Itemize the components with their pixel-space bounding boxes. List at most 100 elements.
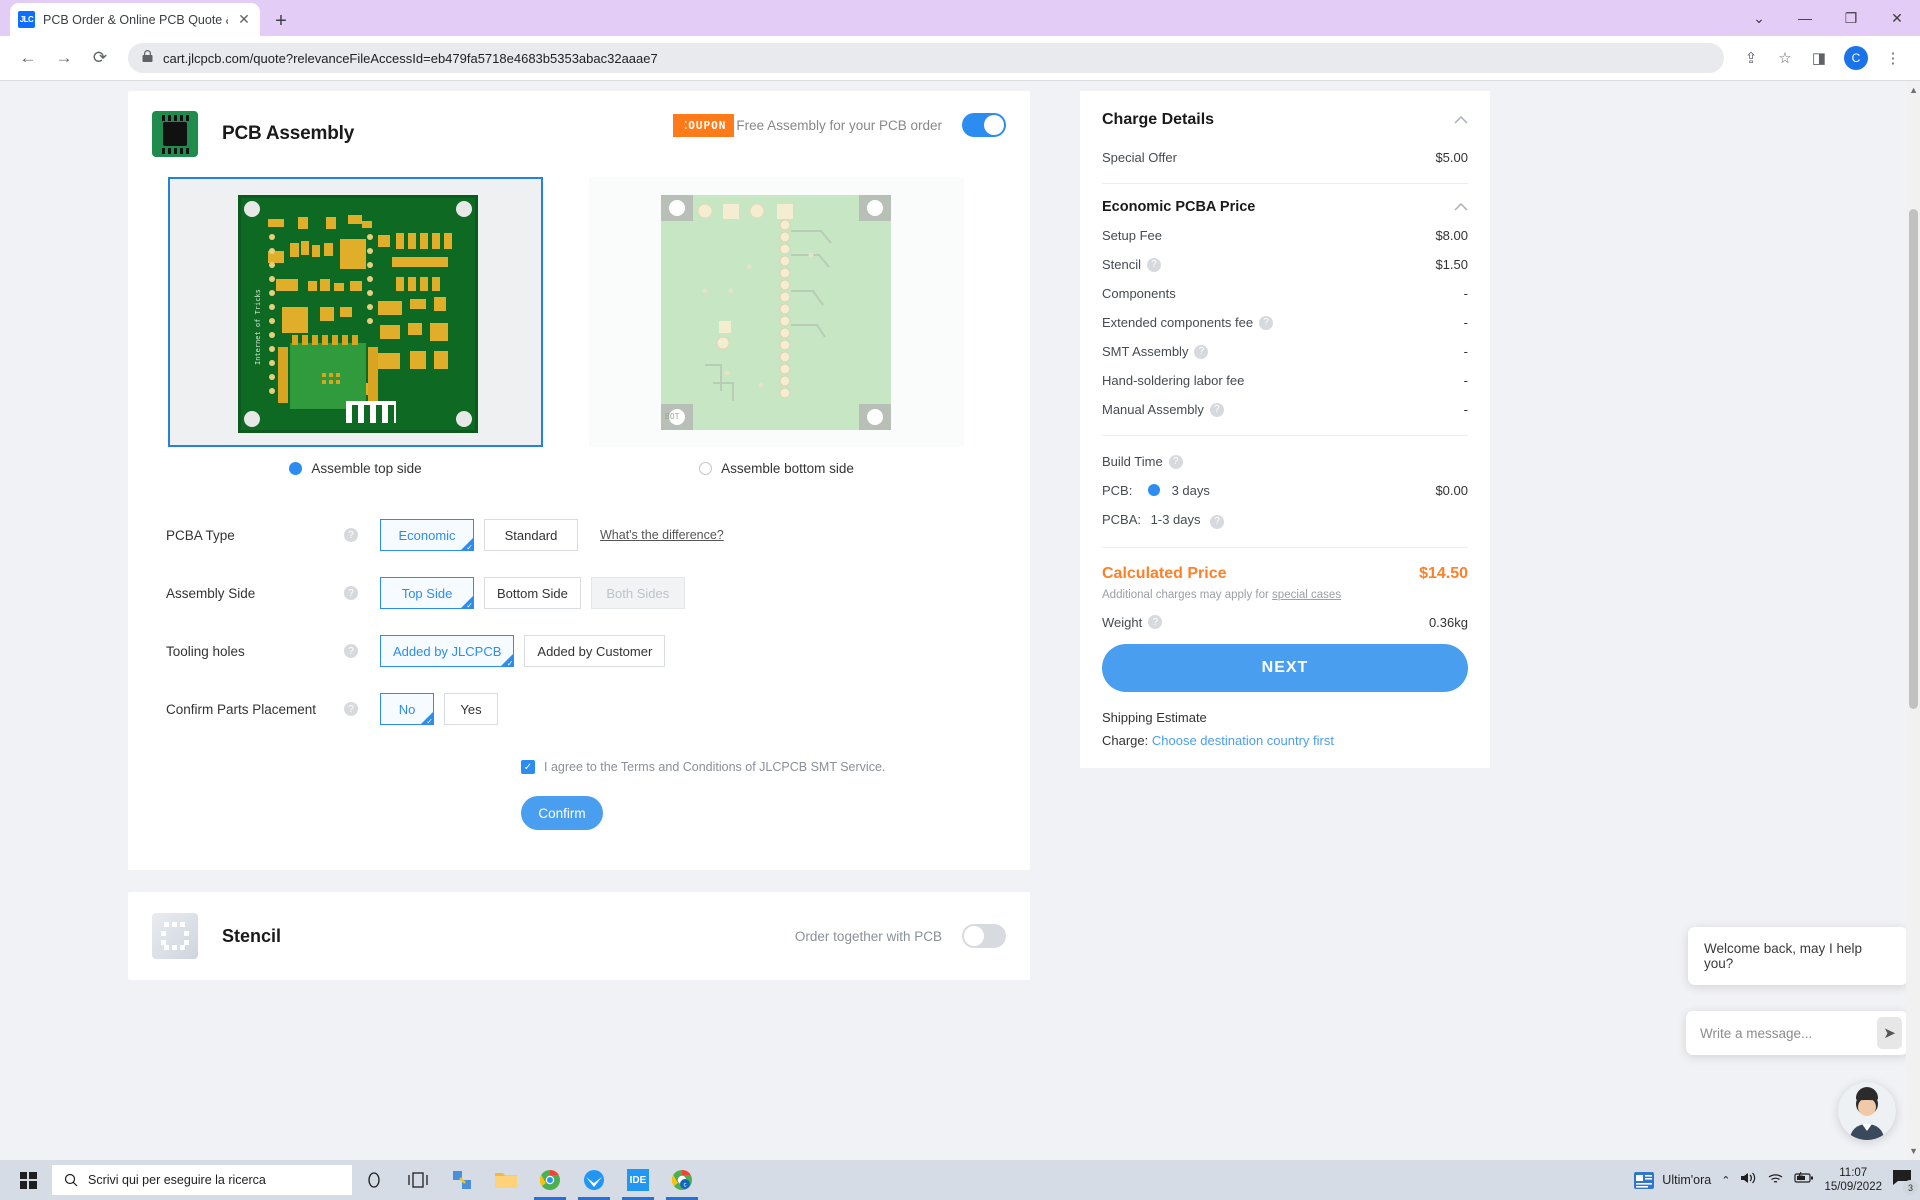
profile-avatar[interactable]: C bbox=[1844, 46, 1868, 70]
scroll-thumb[interactable] bbox=[1909, 209, 1918, 709]
pcb-previews: Internet of Tricks bbox=[128, 165, 1030, 447]
cortana-icon[interactable] bbox=[352, 1160, 396, 1200]
special-cases-link[interactable]: special cases bbox=[1272, 589, 1341, 601]
economic-pcba-price-header: Economic PCBA Price bbox=[1102, 195, 1468, 221]
label-tooling-holes: Tooling holes bbox=[166, 644, 344, 659]
scroll-down-icon[interactable]: ▼ bbox=[1909, 1146, 1918, 1156]
fee-label-manual-assembly: Manual Assembly bbox=[1102, 402, 1204, 417]
taskbar-app-thunderbird-icon[interactable] bbox=[572, 1160, 616, 1200]
forward-icon[interactable]: → bbox=[48, 42, 80, 74]
chip-icon bbox=[152, 111, 198, 157]
minimize-window-icon[interactable]: — bbox=[1782, 0, 1828, 36]
taskbar-app-remote-icon[interactable] bbox=[440, 1160, 484, 1200]
notification-center-icon[interactable]: 3 bbox=[1892, 1169, 1912, 1191]
reload-icon[interactable]: ⟳ bbox=[84, 42, 116, 74]
confirm-button[interactable]: Confirm bbox=[521, 796, 603, 830]
choose-destination-country-link[interactable]: Choose destination country first bbox=[1152, 733, 1334, 748]
chat-agent-avatar[interactable] bbox=[1838, 1082, 1896, 1140]
maximize-window-icon[interactable]: ❐ bbox=[1828, 0, 1874, 36]
fee-label-components: Components bbox=[1102, 286, 1176, 301]
btn-confirm-parts-yes[interactable]: Yes bbox=[444, 693, 498, 725]
address-bar[interactable]: cart.jlcpcb.com/quote?relevanceFileAcces… bbox=[128, 43, 1724, 73]
volume-icon[interactable] bbox=[1740, 1171, 1757, 1190]
scroll-up-icon[interactable]: ▲ bbox=[1909, 85, 1918, 95]
taskbar-app-file-explorer-icon[interactable] bbox=[484, 1160, 528, 1200]
windows-taskbar: Scrivi qui per eseguire la ricerca IDE c… bbox=[0, 1160, 1920, 1200]
collapse-charge-details-icon[interactable] bbox=[1454, 113, 1468, 127]
terms-checkbox[interactable]: ✓ bbox=[521, 760, 535, 774]
help-icon-confirm-parts-placement[interactable]: ? bbox=[344, 702, 358, 716]
tray-expand-icon[interactable]: ⌃ bbox=[1721, 1174, 1730, 1187]
free-assembly-toggle[interactable] bbox=[962, 113, 1006, 137]
close-window-icon[interactable]: ✕ bbox=[1874, 0, 1920, 36]
chat-input-box[interactable]: ➤ bbox=[1686, 1011, 1908, 1055]
share-icon[interactable]: ⇪ bbox=[1736, 43, 1766, 73]
tab-title: PCB Order & Online PCB Quote & ... bbox=[43, 13, 228, 27]
page-title: PCB Assembly bbox=[222, 123, 354, 145]
help-icon-pcba-type[interactable]: ? bbox=[344, 528, 358, 542]
taskbar-app-chrome-profile-icon[interactable]: c bbox=[660, 1160, 704, 1200]
btn-pcba-type-standard[interactable]: Standard bbox=[484, 519, 578, 551]
link-whats-the-difference[interactable]: What's the difference? bbox=[600, 528, 724, 542]
btn-confirm-parts-no[interactable]: No bbox=[380, 693, 434, 725]
help-icon-stencil[interactable]: ? bbox=[1147, 258, 1161, 272]
divider bbox=[1102, 547, 1468, 548]
tab-search-icon[interactable]: ⌄ bbox=[1736, 0, 1782, 36]
btn-tooling-added-by-customer[interactable]: Added by Customer bbox=[524, 635, 665, 667]
coupon-badge: COUPON bbox=[673, 114, 735, 137]
clock-time: 11:07 bbox=[1824, 1166, 1882, 1180]
side-panel-icon[interactable]: ◨ bbox=[1804, 43, 1834, 73]
close-tab-icon[interactable]: ✕ bbox=[236, 11, 252, 28]
chat-message-input[interactable] bbox=[1700, 1026, 1877, 1041]
btn-pcba-type-economic[interactable]: Economic bbox=[380, 519, 474, 551]
stencil-order-toggle[interactable] bbox=[962, 924, 1006, 948]
divider bbox=[1102, 183, 1468, 184]
help-icon-smt-assembly[interactable]: ? bbox=[1194, 345, 1208, 359]
pcb-bottom-preview[interactable]: BOT bbox=[589, 177, 964, 447]
bookmark-star-icon[interactable]: ☆ bbox=[1770, 43, 1800, 73]
new-tab-button[interactable]: + bbox=[266, 6, 296, 36]
help-icon-tooling-holes[interactable]: ? bbox=[344, 644, 358, 658]
help-icon-weight[interactable]: ? bbox=[1148, 615, 1162, 629]
help-icon-extended-components-fee[interactable]: ? bbox=[1259, 316, 1273, 330]
news-and-interests[interactable]: Ultim'ora bbox=[1634, 1172, 1711, 1189]
pcb-top-preview[interactable]: Internet of Tricks bbox=[168, 177, 543, 447]
pcb-bottom-render-icon: BOT bbox=[661, 195, 891, 430]
btn-tooling-added-by-jlcpcb[interactable]: Added by JLCPCB bbox=[380, 635, 514, 667]
battery-icon[interactable] bbox=[1794, 1171, 1814, 1189]
charge-prefix: Charge: bbox=[1102, 733, 1152, 748]
taskbar-search-box[interactable]: Scrivi qui per eseguire la ricerca bbox=[52, 1165, 352, 1195]
jlcpcb-favicon-icon: JLC bbox=[18, 11, 35, 28]
page-scrollbar[interactable]: ▲ ▼ bbox=[1906, 81, 1920, 1160]
divider bbox=[1102, 435, 1468, 436]
btn-assembly-top-side[interactable]: Top Side bbox=[380, 577, 474, 609]
shipping-charge-row: Charge: Choose destination country first bbox=[1102, 733, 1468, 748]
collapse-economic-price-icon[interactable] bbox=[1454, 200, 1468, 214]
btn-assembly-bottom-side[interactable]: Bottom Side bbox=[484, 577, 581, 609]
back-icon[interactable]: ← bbox=[12, 42, 44, 74]
task-view-icon[interactable] bbox=[396, 1160, 440, 1200]
fee-value-components: - bbox=[1464, 286, 1468, 301]
help-icon-build-time[interactable]: ? bbox=[1169, 455, 1183, 469]
option-row-tooling-holes: Tooling holes ? Added by JLCPCB Added by… bbox=[166, 622, 1006, 680]
search-icon bbox=[64, 1173, 78, 1187]
label-pcba-type: PCBA Type bbox=[166, 528, 344, 543]
help-icon-assembly-side[interactable]: ? bbox=[344, 586, 358, 600]
radio-assemble-bottom-side[interactable]: Assemble bottom side bbox=[589, 461, 964, 476]
help-icon-pcba-build-time[interactable]: ? bbox=[1210, 515, 1224, 529]
chrome-menu-icon[interactable]: ⋮ bbox=[1878, 43, 1908, 73]
browser-toolbar: ← → ⟳ cart.jlcpcb.com/quote?relevanceFil… bbox=[0, 36, 1920, 81]
fee-row-hand-soldering-labor-fee: Hand-soldering labor fee - bbox=[1102, 366, 1468, 395]
wifi-icon[interactable] bbox=[1767, 1171, 1784, 1190]
taskbar-app-chrome-icon[interactable] bbox=[528, 1160, 572, 1200]
btn-assembly-both-sides: Both Sides bbox=[591, 577, 685, 609]
taskbar-clock[interactable]: 11:07 15/09/2022 bbox=[1824, 1166, 1882, 1194]
charge-details-title: Charge Details bbox=[1102, 111, 1214, 129]
radio-assemble-top-side[interactable]: Assemble top side bbox=[168, 461, 543, 476]
browser-tab[interactable]: JLC PCB Order & Online PCB Quote & ... ✕ bbox=[10, 3, 260, 36]
send-message-icon[interactable]: ➤ bbox=[1877, 1017, 1902, 1049]
start-button[interactable] bbox=[6, 1160, 50, 1200]
help-icon-manual-assembly[interactable]: ? bbox=[1210, 403, 1224, 417]
next-button[interactable]: NEXT bbox=[1102, 644, 1468, 692]
taskbar-app-ide-icon[interactable]: IDE bbox=[616, 1160, 660, 1200]
